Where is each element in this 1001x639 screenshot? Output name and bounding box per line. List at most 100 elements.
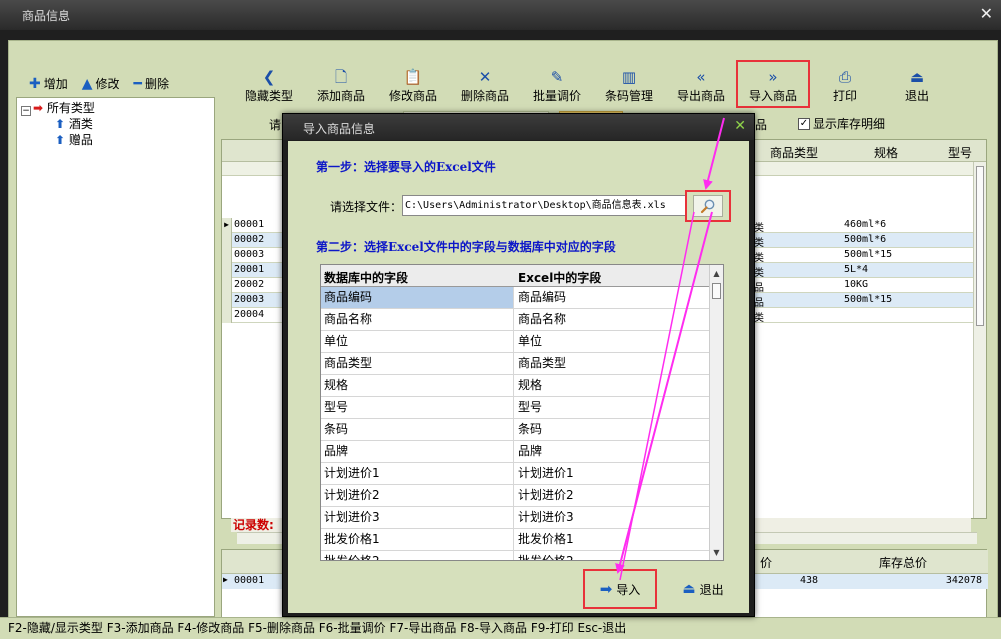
row-header [222, 308, 232, 323]
tree-toolbar-button[interactable]: ✚ 增加 [29, 75, 68, 92]
excel-field-cell[interactable]: 型号 [517, 397, 707, 418]
clipboard-icon: 📋 [403, 68, 423, 86]
column-header-price[interactable]: 价 [760, 554, 772, 571]
db-field-cell[interactable]: 商品名称 [321, 309, 514, 330]
window-titlebar: 商品信息 ✕ [0, 0, 1001, 30]
dialog-titlebar: 导入商品信息 ✕ [283, 114, 754, 140]
mapping-row[interactable]: 批发价格1 批发价格1 [321, 529, 711, 551]
collapse-icon[interactable]: − [21, 106, 31, 116]
cell-spec: 10KG [844, 279, 869, 290]
toolbar-button-9[interactable]: ⎙ 打印 [809, 61, 881, 107]
cell-type: 类 [754, 253, 764, 264]
db-field-cell[interactable]: 批发价格1 [321, 529, 514, 550]
db-field-cell[interactable]: 型号 [321, 397, 514, 418]
tree-item[interactable]: ⬆ 赠品 [21, 132, 210, 148]
db-field-cell[interactable]: 品牌 [321, 441, 514, 462]
mapping-row[interactable]: 商品名称 商品名称 [321, 309, 711, 331]
import-button[interactable]: ➡ 导入 [583, 569, 657, 609]
mapping-row[interactable]: 规格 规格 [321, 375, 711, 397]
cell-code: 00001 [234, 219, 265, 230]
toolbar-button-6[interactable]: ▥ 条码管理 [593, 61, 665, 107]
mapping-row[interactable]: 单位 单位 [321, 331, 711, 353]
mapping-row[interactable]: 商品编码 商品编码 [321, 287, 711, 309]
excel-field-cell[interactable]: 商品名称 [517, 309, 707, 330]
mapping-scrollbar[interactable]: ▲ ▼ [709, 265, 723, 560]
row-header [222, 248, 232, 263]
excel-field-cell[interactable]: 单位 [517, 331, 707, 352]
toolbar-button-7[interactable]: « 导出商品 [665, 61, 737, 107]
checkbox-checked-icon[interactable]: ✓ [798, 117, 810, 130]
excel-field-cell[interactable]: 规格 [517, 375, 707, 396]
excel-field-cell[interactable]: 品牌 [517, 441, 707, 462]
excel-field-cell[interactable]: 商品编码 [517, 287, 707, 308]
row-pointer-icon: ▶ [223, 575, 228, 584]
excel-field-cell[interactable]: 计划进价1 [517, 463, 707, 484]
cell-type: 类 [754, 313, 764, 324]
exit-door-icon: ⏏ [682, 581, 696, 597]
toolbar-button-10[interactable]: ⏏ 退出 [881, 61, 953, 107]
excel-field-cell[interactable]: 计划进价2 [517, 485, 707, 506]
category-tree[interactable]: − ➡ 所有类型 ⬆ 酒类 ⬆ 赠品 [16, 97, 215, 617]
toolbar-button-4[interactable]: ✕ 删除商品 [449, 61, 521, 107]
mapping-row[interactable]: 计划进价3 计划进价3 [321, 507, 711, 529]
browse-button-face[interactable] [693, 195, 723, 217]
db-field-cell[interactable]: 批发价格2 [321, 551, 514, 560]
scroll-down-icon[interactable]: ▼ [710, 546, 723, 560]
db-field-cell[interactable]: 条码 [321, 419, 514, 440]
excel-field-cell[interactable]: 条码 [517, 419, 707, 440]
tree-item[interactable]: ⬆ 酒类 [21, 116, 210, 132]
column-header-type[interactable]: 商品类型 [770, 144, 818, 161]
dialog-exit-button[interactable]: ⏏ 退出 [673, 569, 733, 609]
tree-toolbar-button[interactable]: ━ 删除 [134, 75, 169, 92]
step1-heading: 第一步：选择要导入的Excel文件 [316, 160, 496, 174]
show-stock-detail-checkbox[interactable]: ✓ 显示库存明细 [798, 115, 885, 132]
db-field-cell[interactable]: 计划进价1 [321, 463, 514, 484]
toolbar-button-1[interactable]: ❮ 隐藏类型 [233, 61, 305, 107]
mapping-row[interactable]: 批发价格2 批发价格2 [321, 551, 711, 560]
toolbar-button-2[interactable]: 🗋 添加商品 [305, 61, 377, 107]
excel-field-cell[interactable]: 计划进价3 [517, 507, 707, 528]
window-title: 商品信息 [22, 9, 71, 23]
db-field-cell[interactable]: 规格 [321, 375, 514, 396]
double-left-icon: « [696, 68, 706, 86]
grid-vertical-scrollbar[interactable] [973, 162, 986, 518]
mapping-row[interactable]: 商品类型 商品类型 [321, 353, 711, 375]
mapping-row[interactable]: 计划进价2 计划进价2 [321, 485, 711, 507]
db-field-cell[interactable]: 商品编码 [321, 287, 514, 308]
excel-field-cell[interactable]: 商品类型 [517, 353, 707, 374]
toolbar-button-3[interactable]: 📋 修改商品 [377, 61, 449, 107]
file-path-input[interactable]: C:\Users\Administrator\Desktop\商品信息表.xls [402, 195, 686, 216]
db-field-cell[interactable]: 单位 [321, 331, 514, 352]
db-field-cell[interactable]: 商品类型 [321, 353, 514, 374]
exit-door-icon: ⏏ [909, 68, 925, 86]
toolbar-button-5[interactable]: ✎ 批量调价 [521, 61, 593, 107]
stock-code: 00001 [234, 575, 265, 586]
scroll-thumb[interactable] [976, 166, 984, 326]
printer-icon: ⎙ [838, 68, 851, 86]
db-field-cell[interactable]: 计划进价3 [321, 507, 514, 528]
arrow-right-icon: ➡ [599, 580, 613, 598]
field-mapping-grid[interactable]: 数据库中的字段 Excel中的字段 商品编码 商品编码 商品名称 商品名称 单位 单位 商品… [320, 264, 724, 561]
db-field-cell[interactable]: 计划进价2 [321, 485, 514, 506]
mapping-row[interactable]: 条码 条码 [321, 419, 711, 441]
scroll-up-icon[interactable]: ▲ [710, 267, 723, 281]
column-header-stock-total[interactable]: 库存总价 [879, 554, 927, 571]
tree-root[interactable]: − ➡ 所有类型 [21, 100, 210, 116]
row-header [222, 278, 232, 293]
window-close-icon[interactable]: ✕ [980, 4, 993, 23]
column-header-model[interactable]: 型号 [948, 144, 972, 161]
dialog-close-icon[interactable]: ✕ [734, 118, 746, 134]
excel-field-cell[interactable]: 批发价格2 [517, 551, 707, 560]
mapping-row[interactable]: 品牌 品牌 [321, 441, 711, 463]
excel-field-cell[interactable]: 批发价格1 [517, 529, 707, 550]
mapping-row[interactable]: 计划进价1 计划进价1 [321, 463, 711, 485]
mapping-row[interactable]: 型号 型号 [321, 397, 711, 419]
mapping-header: 数据库中的字段 Excel中的字段 [321, 265, 711, 287]
cell-code: 20001 [234, 264, 265, 275]
scroll-thumb[interactable] [712, 283, 721, 299]
tree-toolbar-button[interactable]: ▲ 修改 [82, 75, 120, 92]
toolbar-button-8[interactable]: » 导入商品 [736, 60, 810, 108]
column-header-spec[interactable]: 规格 [874, 144, 898, 161]
browse-file-button[interactable] [685, 190, 731, 222]
filter-label: 请 [269, 118, 282, 132]
